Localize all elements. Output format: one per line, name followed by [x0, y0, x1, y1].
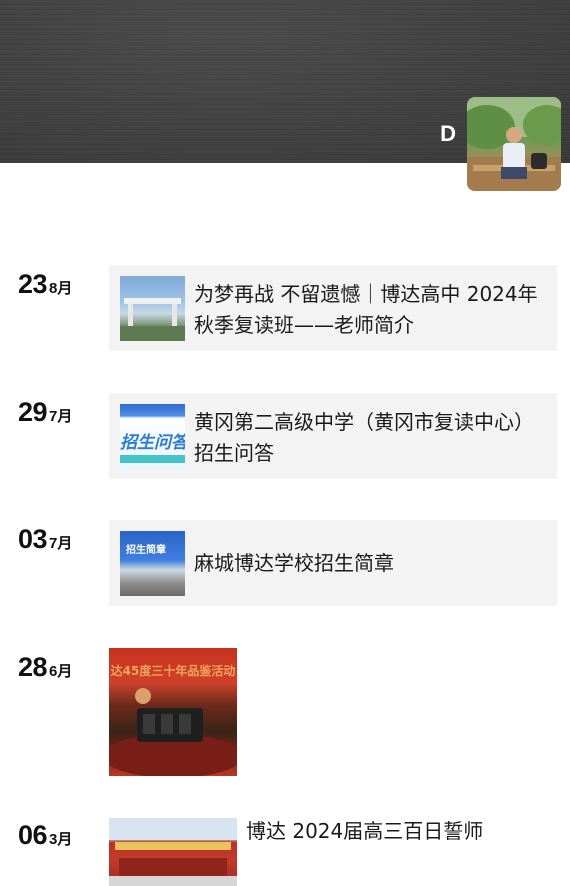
post-date: 03 7月: [18, 524, 72, 555]
post-link-card[interactable]: 招生简章 麻城博达学校招生简章: [109, 520, 557, 606]
post-date: 06 3月: [18, 820, 72, 851]
rally-ceremony-photo-icon[interactable]: [109, 818, 237, 886]
school-gate-photo-icon: [120, 276, 185, 341]
event-banquet-photo-icon[interactable]: 达45度三十年品鉴活动: [109, 648, 237, 776]
post-link-card[interactable]: 为梦再战 不留遗憾｜博达高中 2024年秋季复读班——老师简介: [109, 265, 557, 351]
post-date: 29 7月: [18, 397, 72, 428]
thumb-caption: 招生简章: [126, 545, 166, 556]
post-month: 8月: [49, 280, 73, 297]
post-month: 7月: [49, 535, 73, 552]
post-day: 28: [18, 652, 48, 682]
post-month: 7月: [49, 408, 73, 425]
post-month: 6月: [49, 663, 73, 680]
profile-nickname: D: [440, 121, 456, 146]
post-date: 23 8月: [18, 269, 72, 300]
admission-brochure-banner-icon: 招生简章: [120, 531, 185, 596]
post-title: 为梦再战 不留遗憾｜博达高中 2024年秋季复读班——老师简介: [194, 282, 538, 337]
post-day: 03: [18, 524, 48, 554]
post-link-card[interactable]: 招生问答 黄冈第二高级中学（黄冈市复读中心）招生问答: [109, 393, 557, 479]
post-day: 29: [18, 397, 48, 427]
post-date: 28 6月: [18, 652, 72, 683]
post-caption[interactable]: 博达 2024届高三百日誓师: [246, 816, 483, 846]
admission-qa-banner-icon: 招生问答: [120, 404, 185, 469]
avatar[interactable]: [467, 97, 561, 191]
post-title: 黄冈第二高级中学（黄冈市复读中心）招生问答: [194, 410, 534, 465]
post-title: 麻城博达学校招生简章: [194, 551, 394, 575]
thumb-caption: 招生问答: [120, 433, 185, 453]
post-day: 23: [18, 269, 48, 299]
avatar-photo-icon: [467, 97, 561, 191]
post-day: 06: [18, 820, 48, 850]
post-month: 3月: [49, 831, 73, 848]
